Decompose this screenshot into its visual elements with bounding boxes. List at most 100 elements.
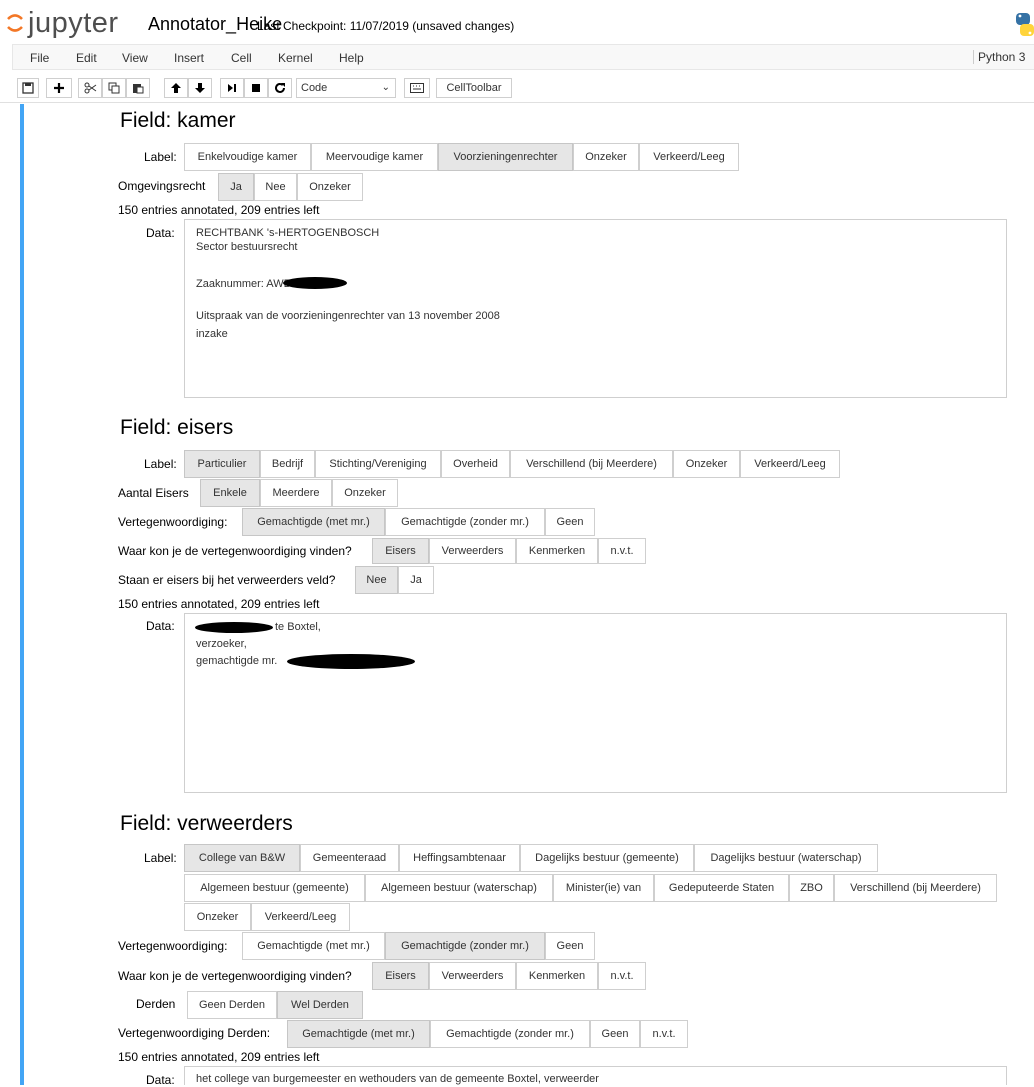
kamer-label-voorzieningenrechter[interactable]: Voorzieningenrechter <box>438 143 573 171</box>
eisers-waar-kenmerken[interactable]: Kenmerken <box>516 538 598 564</box>
eisers-label-particulier[interactable]: Particulier <box>184 450 260 478</box>
verw-waar-kenmerken[interactable]: Kenmerken <box>516 962 598 990</box>
plus-icon <box>54 83 64 93</box>
aantal-eisers-caption: Aantal Eisers <box>118 486 189 500</box>
eisers-label-verkeerd[interactable]: Verkeerd/Leeg <box>740 450 840 478</box>
eisers-label-caption: Label: <box>144 457 177 471</box>
run-button[interactable] <box>220 78 244 98</box>
jupyter-logo[interactable]: jupyter <box>6 6 119 40</box>
kamer-label-verkeerd[interactable]: Verkeerd/Leeg <box>639 143 739 171</box>
verw-label-zbo[interactable]: ZBO <box>789 874 834 902</box>
vert-derden-caption: Vertegenwoordiging Derden: <box>118 1026 271 1040</box>
vert-derden-zonder-mr[interactable]: Gemachtigde (zonder mr.) <box>430 1020 590 1048</box>
eisers-label-verschillend[interactable]: Verschillend (bij Meerdere) <box>510 450 673 478</box>
omgevingsrecht-nee[interactable]: Nee <box>254 173 297 201</box>
restart-icon <box>275 82 285 93</box>
menu-file[interactable]: File <box>30 51 49 65</box>
cut-button[interactable] <box>78 78 102 98</box>
vert-derden-nvt[interactable]: n.v.t. <box>640 1020 688 1048</box>
eisers-waar-nvt[interactable]: n.v.t. <box>598 538 646 564</box>
python-logo-icon <box>1016 13 1034 36</box>
kamer-data-line: RECHTBANK 's-HERTOGENBOSCH <box>196 227 380 239</box>
interrupt-button[interactable] <box>244 78 268 98</box>
aantal-onzeker[interactable]: Onzeker <box>332 479 398 507</box>
kamer-label-onzeker[interactable]: Onzeker <box>573 143 639 171</box>
staan-nee[interactable]: Nee <box>355 566 398 594</box>
aantal-meerdere[interactable]: Meerdere <box>260 479 332 507</box>
eisers-data-textarea[interactable]: te Boxtel, verzoeker, gemachtigde mr. <box>184 613 1007 793</box>
command-palette-button[interactable] <box>404 78 430 98</box>
omgevingsrecht-onzeker[interactable]: Onzeker <box>297 173 363 201</box>
menu-insert[interactable]: Insert <box>174 51 204 65</box>
eisers-waar-caption: Waar kon je de vertegenwoordiging vinden… <box>118 544 352 558</box>
verw-waar-eisers[interactable]: Eisers <box>372 962 429 990</box>
eisers-waar-eisers[interactable]: Eisers <box>372 538 429 564</box>
staan-eisers-caption: Staan er eisers bij het verweerders veld… <box>118 573 336 587</box>
eisers-vert-zonder-mr[interactable]: Gemachtigde (zonder mr.) <box>385 508 545 536</box>
verw-label-onzeker[interactable]: Onzeker <box>184 903 251 931</box>
kamer-data-textarea[interactable]: RECHTBANK 's-HERTOGENBOSCH Sector bestuu… <box>184 219 1007 398</box>
copy-button[interactable] <box>102 78 126 98</box>
eisers-vert-geen[interactable]: Geen <box>545 508 595 536</box>
eisers-label-stichting[interactable]: Stichting/Vereniging <box>315 450 441 478</box>
kamer-data-line: Sector bestuursrecht <box>196 241 298 253</box>
menu-help[interactable]: Help <box>339 51 364 65</box>
eisers-data-line: gemachtigde mr. <box>196 655 278 667</box>
verw-waar-verweerders[interactable]: Verweerders <box>429 962 516 990</box>
menu-kernel[interactable]: Kernel <box>278 51 313 65</box>
verw-label-gemeenteraad[interactable]: Gemeenteraad <box>300 844 399 872</box>
verw-label-algemeen-waterschap[interactable]: Algemeen bestuur (waterschap) <box>365 874 553 902</box>
insert-cell-button[interactable] <box>46 78 72 98</box>
verw-label-algemeen-gemeente[interactable]: Algemeen bestuur (gemeente) <box>184 874 365 902</box>
menu-view[interactable]: View <box>122 51 148 65</box>
chevron-down-icon: ⌄ <box>381 82 390 93</box>
derden-wel[interactable]: Wel Derden <box>277 991 363 1019</box>
staan-ja[interactable]: Ja <box>398 566 434 594</box>
verw-label-dagelijks-waterschap[interactable]: Dagelijks bestuur (waterschap) <box>694 844 878 872</box>
verw-label-heffingsambtenaar[interactable]: Heffingsambtenaar <box>399 844 520 872</box>
kamer-progress: 150 entries annotated, 209 entries left <box>118 203 320 217</box>
jupyter-swirl-icon <box>7 14 23 32</box>
kernel-indicator: Python 3 <box>973 50 1025 64</box>
restart-button[interactable] <box>268 78 292 98</box>
eisers-label-onzeker[interactable]: Onzeker <box>673 450 740 478</box>
move-up-button[interactable] <box>164 78 188 98</box>
eisers-progress: 150 entries annotated, 209 entries left <box>118 597 320 611</box>
eisers-vert-met-mr[interactable]: Gemachtigde (met mr.) <box>242 508 385 536</box>
verweerders-progress: 150 entries annotated, 209 entries left <box>118 1050 320 1064</box>
save-button[interactable] <box>17 78 39 98</box>
omgevingsrecht-caption: Omgevingsrecht <box>118 179 206 193</box>
kamer-label-meervoudige[interactable]: Meervoudige kamer <box>311 143 438 171</box>
vert-derden-geen[interactable]: Geen <box>590 1020 640 1048</box>
cell-type-select[interactable]: Code ⌄ <box>296 78 396 98</box>
kamer-label-enkelvoudige[interactable]: Enkelvoudige kamer <box>184 143 311 171</box>
paste-button[interactable] <box>126 78 150 98</box>
menu-edit[interactable]: Edit <box>76 51 97 65</box>
verw-label-minister[interactable]: Minister(ie) van <box>553 874 654 902</box>
vert-derden-met-mr[interactable]: Gemachtigde (met mr.) <box>287 1020 430 1048</box>
omgevingsrecht-ja[interactable]: Ja <box>218 173 254 201</box>
verw-label-gedeputeerde[interactable]: Gedeputeerde Staten <box>654 874 789 902</box>
derden-caption: Derden <box>136 997 176 1011</box>
verw-label-verschillend[interactable]: Verschillend (bij Meerdere) <box>834 874 997 902</box>
verweerders-data-textarea[interactable]: het college van burgemeester en wethoude… <box>184 1066 1007 1085</box>
derden-geen[interactable]: Geen Derden <box>187 991 277 1019</box>
move-down-button[interactable] <box>188 78 212 98</box>
verw-vert-geen[interactable]: Geen <box>545 932 595 960</box>
verw-label-college[interactable]: College van B&W <box>184 844 300 872</box>
redaction-mark <box>287 654 415 669</box>
verw-label-verkeerd[interactable]: Verkeerd/Leeg <box>251 903 350 931</box>
kamer-data-line: Zaaknummer: AWB <box>196 278 291 290</box>
aantal-enkele[interactable]: Enkele <box>200 479 260 507</box>
celltoolbar-button[interactable]: CellToolbar <box>436 78 512 98</box>
arrow-down-icon <box>195 83 205 93</box>
verw-waar-nvt[interactable]: n.v.t. <box>598 962 646 990</box>
eisers-waar-verweerders[interactable]: Verweerders <box>429 538 516 564</box>
verw-vert-met-mr[interactable]: Gemachtigde (met mr.) <box>242 932 385 960</box>
menu-cell[interactable]: Cell <box>231 51 252 65</box>
notebook-header: jupyter Annotator_Heike Last Checkpoint:… <box>0 0 1034 44</box>
eisers-label-bedrijf[interactable]: Bedrijf <box>260 450 315 478</box>
eisers-label-overheid[interactable]: Overheid <box>441 450 510 478</box>
verw-label-dagelijks-gemeente[interactable]: Dagelijks bestuur (gemeente) <box>520 844 694 872</box>
verw-vert-zonder-mr[interactable]: Gemachtigde (zonder mr.) <box>385 932 545 960</box>
